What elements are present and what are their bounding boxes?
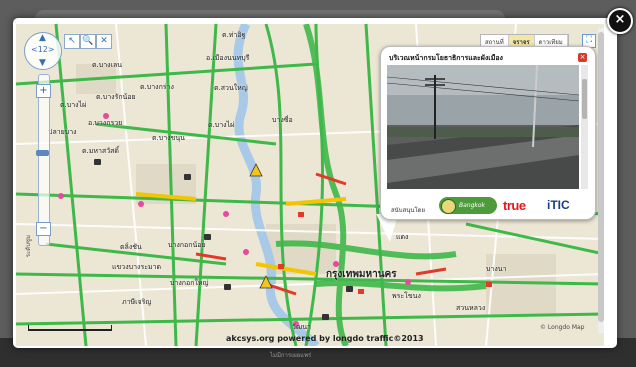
map-label: ต.มหาสวัสดิ์ [82,147,119,155]
map-vertical-scrollbar[interactable] [598,28,604,333]
true-logo: true [503,198,526,213]
map-label: ต.บางเลน [92,61,123,69]
map-label: พระโขนง [392,292,421,300]
map-label: บางกอกใหญ่ [170,279,209,287]
zoom-level-label: <12> [31,45,55,54]
zoom-in-button[interactable]: + [36,84,51,98]
map-label: ต.บางขนุน [152,134,185,142]
map-scale-bar [28,325,112,331]
popup-title: บริเวณหน้ากรมโยธาธิการและผังเมือง [389,54,503,62]
clear-tool-button[interactable]: ✕ [96,34,112,49]
map-label: ต.บางรักน้อย [96,93,136,101]
pointer-tool-button[interactable]: ↖ [64,34,80,49]
popup-scroll-thumb[interactable] [582,79,587,119]
popup-vertical-scrollbar[interactable] [581,65,588,189]
pan-down-icon[interactable]: ▼ [39,58,46,68]
map-label: ภาษีเจริญ [122,298,152,306]
map-label: ต.สวนใหญ่ [214,84,248,92]
map-label: บางกอกน้อย [168,241,206,249]
background-footer-text: ไม่มีการเผยแพร่ [270,352,312,359]
map-label: ต.บางไผ่ [208,121,235,129]
cctv-scene [387,65,579,189]
map-copyright: © Longdo Map [540,324,585,331]
zoom-tool-button[interactable]: 🔍 [80,34,96,49]
map-label: ปลายบาง [48,128,77,136]
map-label-city: กรุงเทพมหานคร [326,269,397,280]
popup-close-button[interactable]: × [578,53,587,62]
map-label: บางซื่อ [272,116,293,124]
map-scroll-thumb[interactable] [598,32,604,322]
map-label: อ.บางกรวย [88,119,123,127]
itic-logo: iTIC [547,198,570,212]
map-label: วัฒนา [292,323,311,331]
map-label: ต.บางไผ่ [60,101,87,109]
cctv-popup: บริเวณหน้ากรมโยธาธิการและผังเมือง × สนับ… [380,46,596,220]
map-label: อ.เมืองนนทบุรี [206,54,250,62]
sponsor-label: สนับสนุนโดย [391,207,426,214]
zoom-side-label: ระดับซูม [25,235,32,258]
map-label: ต.บางกร่าง [140,83,174,91]
bangkok-logo-text: Bangkok [459,202,486,209]
pan-up-icon[interactable]: ▲ [39,33,46,43]
zoom-out-button[interactable]: − [36,222,51,236]
map-label: แขวงบางระมาด [112,263,162,271]
pan-control[interactable]: ▲ ▼ <12> [24,32,62,70]
map-label: ตลิ่งชัน [120,243,142,251]
lightbox-close-button[interactable]: × [607,8,633,34]
map-label: สวนหลวง [456,304,486,312]
zoom-slider-track[interactable] [38,74,50,246]
bangkok-logo: Bangkok [439,197,497,214]
bangkok-seal-icon [441,199,456,214]
map-credit: akcsys.org powered by longdo traffic©201… [226,334,424,343]
map-label: ต.ท่าอิฐ [222,31,246,39]
zoom-slider-handle[interactable] [36,150,49,156]
map-label: บางนา [486,265,507,273]
cctv-camera-image[interactable] [387,65,579,189]
